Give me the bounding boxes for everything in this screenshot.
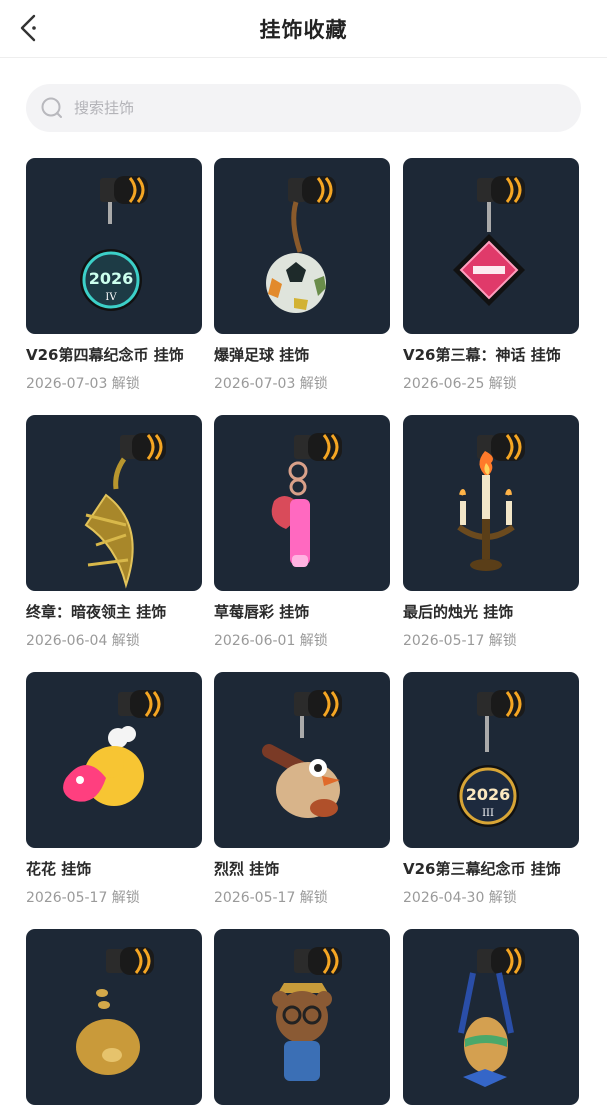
search-bar[interactable] [26, 84, 581, 132]
svg-text:2026: 2026 [89, 269, 134, 288]
pig-charm-icon [76, 947, 154, 1075]
lipgloss-charm-icon [271, 433, 342, 567]
unlock-date: 2026-06-25 解锁 [403, 376, 517, 392]
charm-thumbnail[interactable]: 2026 IV [26, 158, 202, 334]
charm-thumbnail[interactable] [26, 415, 202, 591]
page-title: 挂饰收藏 [259, 18, 348, 42]
unlock-date: 2026-06-01 解锁 [214, 633, 328, 649]
charm-card[interactable]: 花花 挂饰 2026-05-17 解锁 [26, 672, 202, 907]
charm-thumbnail[interactable] [403, 158, 579, 334]
charm-name: 草莓唇彩 挂饰 [214, 603, 310, 621]
charm-thumbnail[interactable] [214, 672, 390, 848]
charm-thumbnail[interactable] [214, 158, 390, 334]
charm-card[interactable]: 爆弹足球 挂饰 2026-07-03 解锁 [214, 158, 390, 393]
unlock-date: 2026-04-30 解锁 [403, 890, 517, 906]
egg-charm-icon [458, 947, 525, 1087]
app-header: 挂饰收藏 [0, 0, 607, 58]
svg-text:III: III [482, 808, 494, 819]
crescent-charm-icon [84, 433, 166, 589]
search-icon [41, 97, 62, 118]
unlock-date: 2026-05-17 解锁 [26, 890, 140, 906]
charm-thumbnail[interactable] [214, 929, 390, 1105]
unlock-date: 2026-05-17 解锁 [403, 633, 517, 649]
charm-thumbnail[interactable] [26, 672, 202, 848]
charm-card[interactable] [26, 929, 202, 1105]
charm-card[interactable]: 烈烈 挂饰 2026-05-17 解锁 [214, 672, 390, 907]
duck-charm-icon [63, 690, 164, 806]
charm-card[interactable] [403, 929, 579, 1105]
charm-name: V26第三幕纪念币 挂饰 [403, 860, 561, 878]
bear-charm-icon [272, 947, 342, 1081]
coin-charm-icon: 2026 IV [80, 176, 148, 311]
unlock-date: 2026-07-03 解锁 [214, 376, 328, 392]
charm-card[interactable]: 2026 III V26第三幕纪念币 挂饰 2026-04-30 解锁 [403, 672, 579, 907]
charm-name: 爆弹足球 挂饰 [214, 346, 310, 364]
unlock-date: 2026-06-04 解锁 [26, 633, 140, 649]
charm-name: 最后的烛光 挂饰 [403, 603, 514, 621]
charm-thumbnail[interactable] [26, 929, 202, 1105]
charm-card[interactable] [214, 929, 390, 1105]
charm-name: 终章：暗夜领主 挂饰 [26, 603, 167, 621]
svg-text:2026: 2026 [466, 785, 511, 804]
charm-card[interactable]: 2026 IV V26第四幕纪念币 挂饰 2026-07-03 解锁 [26, 158, 202, 393]
charm-name: 烈烈 挂饰 [214, 860, 280, 878]
charm-thumbnail[interactable]: 2026 III [403, 672, 579, 848]
unlock-date: 2026-05-17 解锁 [214, 890, 328, 906]
search-input[interactable] [74, 84, 554, 132]
charm-name: 花花 挂饰 [26, 860, 92, 878]
charm-thumbnail[interactable] [214, 415, 390, 591]
charm-thumbnail[interactable] [403, 415, 579, 591]
charm-name: V26第四幕纪念币 挂饰 [26, 346, 184, 364]
candelabra-charm-icon [457, 433, 525, 571]
coin-charm-icon: 2026 III [457, 690, 525, 827]
charm-thumbnail[interactable] [403, 929, 579, 1105]
charm-name: V26第三幕：神话 挂饰 [403, 346, 561, 364]
svg-text:IV: IV [105, 292, 117, 303]
unlock-date: 2026-07-03 解锁 [26, 376, 140, 392]
charm-card[interactable]: 最后的烛光 挂饰 2026-05-17 解锁 [403, 415, 579, 650]
charm-card[interactable]: V26第三幕：神话 挂饰 2026-06-25 解锁 [403, 158, 579, 393]
bird-charm-icon [261, 690, 342, 818]
diamond-charm-icon [453, 176, 525, 306]
charm-card[interactable]: 草莓唇彩 挂饰 2026-06-01 解锁 [214, 415, 390, 650]
charm-card[interactable]: 终章：暗夜领主 挂饰 2026-06-04 解锁 [26, 415, 202, 650]
soccer-ball-charm-icon [266, 176, 336, 313]
